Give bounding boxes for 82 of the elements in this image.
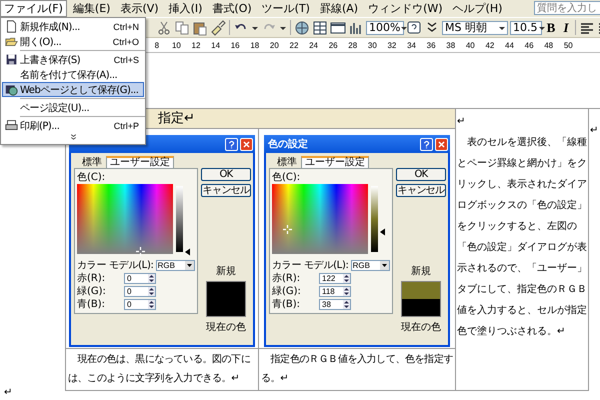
zoom-combo[interactable]: 100%	[366, 20, 404, 34]
menu-item[interactable]: ファイル(F)	[0, 0, 67, 17]
ruler-number: 38	[445, 40, 456, 50]
ruler-number: 14	[210, 40, 222, 50]
bold-button[interactable]: B	[544, 20, 558, 36]
ruler-number: 46	[524, 40, 535, 50]
field-label: 色(C):	[272, 172, 300, 183]
dialog-tab[interactable]: 標準	[78, 156, 106, 168]
menu-item[interactable]: 書式(O)	[208, 0, 256, 17]
ruler-number: 22	[288, 40, 300, 50]
field-label: カラー モデル(L):	[77, 260, 154, 270]
number-field[interactable]: 38	[319, 298, 351, 310]
ruler-number: 44	[504, 40, 515, 50]
dialog-tab[interactable]: ユーザー設定	[301, 156, 369, 168]
ruler-number: 30	[366, 40, 378, 50]
ruler-number: 50	[562, 40, 574, 50]
menu-item[interactable]: ページ設定(U)...	[2, 100, 144, 115]
menu-item[interactable]: ヘルプ(H)	[448, 0, 506, 17]
field-label: カラー モデル(L):	[272, 260, 349, 270]
menu-item[interactable]: 罫線(A)	[316, 0, 362, 17]
ok-button[interactable]: OK	[201, 168, 251, 181]
paragraph: 表のセルを選択後、「線種とページ罫線と網かけ」をクリックし、表示されたダイアログボックスの「色の設定」をクリックすると、左図の「色の設定」ダイアログが表示されるので、「ユーザー」タブにして、指定色のＲＧＢ値を入力すると、セルが指定色で塗りつぶされる。↵	[457, 136, 587, 339]
menu-item[interactable]: 名前を付けて保存(A)...	[2, 67, 144, 82]
color-model-select[interactable]: RGB	[350, 260, 390, 270]
ruler-number: 28	[347, 40, 358, 50]
field-label: 青(B):	[77, 298, 106, 310]
ruler-number: 32	[386, 40, 398, 50]
cancel-button[interactable]: キャンセル	[201, 184, 251, 197]
menu-item[interactable]: ツール(T)	[258, 0, 314, 17]
ruler-number: 40	[464, 40, 476, 50]
number-field[interactable]: 118	[319, 286, 351, 296]
heading-text: 指定↵	[158, 111, 195, 126]
caption: 現在の色は、黒になっている。図の下には、このように文字列を入力できる。↵	[66, 349, 259, 391]
ruler-number: 8	[154, 40, 160, 50]
ruler-number: 26	[328, 40, 339, 50]
ruler-number: 42	[484, 40, 496, 50]
field-label: 赤(R):	[77, 272, 106, 284]
paragraph-mark: ↵	[457, 115, 466, 129]
number-field[interactable]: 0	[124, 298, 156, 310]
swatch-label: 現在の色	[206, 321, 246, 334]
ruler-number: 16	[230, 40, 241, 50]
menu-item[interactable]: 挿入(I)	[164, 0, 206, 17]
menu-item[interactable]: 印刷(P)... Ctrl+P	[2, 118, 144, 133]
cancel-button[interactable]: キャンセル	[396, 184, 446, 197]
swatch-label: 現在の色	[401, 321, 441, 334]
ruler-number: 10	[170, 40, 182, 50]
field-label: 赤(R):	[272, 272, 302, 284]
number-field[interactable]: 0	[124, 272, 156, 284]
menu-item[interactable]: 編集(E)	[68, 0, 114, 17]
row-mark: ↵	[590, 125, 598, 136]
ruler-number: 12	[190, 40, 202, 50]
dialog-tab[interactable]: 標準	[273, 156, 301, 168]
field-label: 青(B):	[272, 298, 302, 310]
swatch-label: 新規	[216, 264, 236, 278]
number-field[interactable]: 122	[319, 272, 351, 284]
ok-button[interactable]: OK	[396, 168, 446, 181]
dialog-title: 色の設定	[268, 137, 309, 151]
field-label: 緑(G):	[77, 286, 107, 296]
menu-item[interactable]: 表示(V)	[116, 0, 163, 17]
field-label: 色(C):	[77, 172, 106, 183]
ruler-number: 20	[268, 40, 280, 50]
menu-item[interactable]: ウィンドウ(W)	[364, 0, 447, 17]
number-field[interactable]: 0	[124, 286, 156, 296]
caption: 指定色のＲＧＢ値を入力して、色を指定する。↵	[259, 349, 456, 391]
menu-item[interactable]: Webページとして保存(G)...	[2, 82, 144, 97]
ruler-number: 48	[543, 40, 554, 50]
question-field[interactable]: 質問を入力し	[534, 1, 600, 15]
italic-button[interactable]: I	[560, 20, 572, 36]
field-label: 緑(G):	[272, 286, 302, 296]
ruler-number: 36	[426, 40, 437, 50]
dialog-tab[interactable]: ユーザー設定	[106, 156, 174, 168]
menu-item[interactable]: 新規作成(N)... Ctrl+N	[2, 19, 144, 34]
menu-item[interactable]: 上書き保存(S) Ctrl+S	[2, 52, 144, 67]
font-size-combo[interactable]: 10.5	[510, 20, 542, 34]
font-combo[interactable]: MS 明朝	[442, 20, 508, 34]
swatch-label: 新規	[411, 264, 431, 278]
ruler-number: 24	[308, 40, 319, 50]
ruler-number: 18	[249, 40, 260, 50]
menu-item[interactable]: 開く(O)... Ctrl+O	[2, 34, 144, 49]
color-model-select[interactable]: RGB	[156, 260, 195, 270]
paragraph-mark: ↵	[4, 387, 12, 398]
ruler-number: 34	[406, 40, 417, 50]
